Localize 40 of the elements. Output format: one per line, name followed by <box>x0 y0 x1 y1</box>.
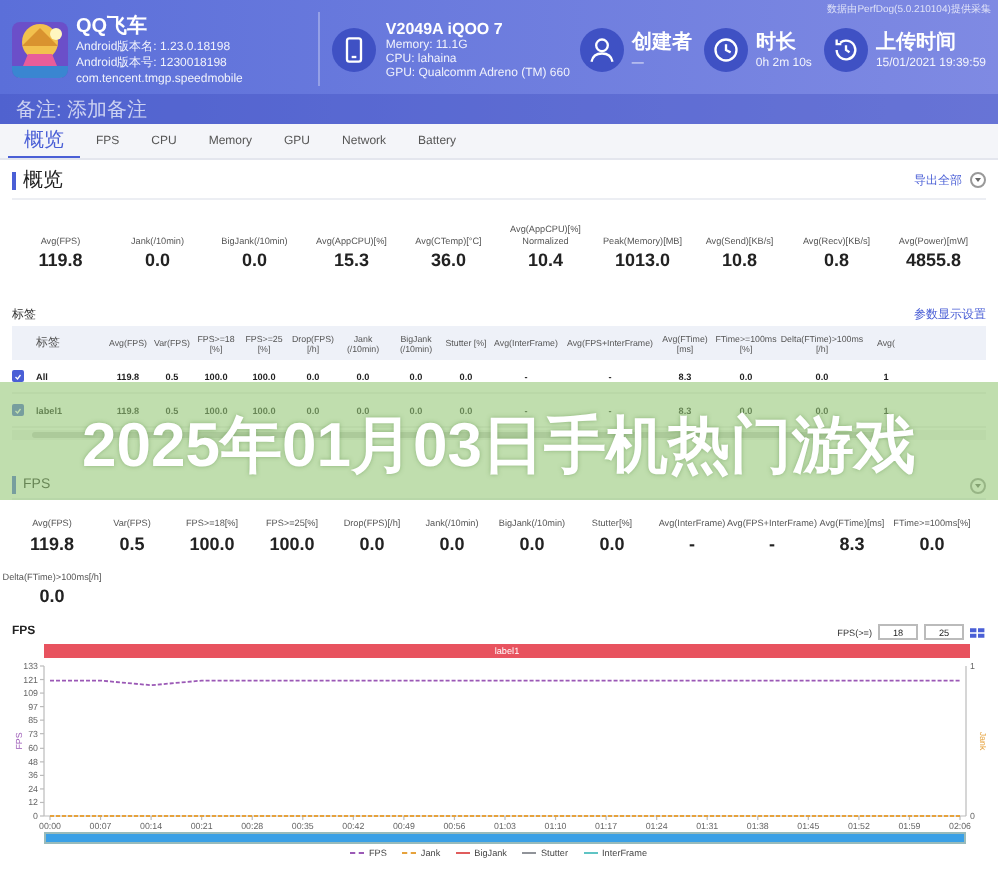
row-checkbox[interactable] <box>12 404 24 416</box>
stat-value: 0.5 <box>119 533 145 553</box>
stat-value: 15.3 <box>333 250 370 270</box>
app-name: QQ飞车 <box>76 12 150 40</box>
row-checkbox[interactable] <box>12 370 24 382</box>
stat-value: 0.0 <box>359 533 385 553</box>
info-label: 创建者 <box>631 29 692 56</box>
phone-icon <box>331 27 376 71</box>
history-icon <box>823 27 868 71</box>
collapse-icon[interactable] <box>970 172 986 188</box>
stat-value: 0.0 <box>919 533 945 553</box>
stat-value: 119.8 <box>38 250 83 270</box>
stat-value: 100.0 <box>189 533 235 553</box>
stat-value: 10.8 <box>721 250 758 270</box>
stat-value: 10.4 <box>527 250 564 270</box>
stat-value: - <box>769 533 775 553</box>
banner-title: 2025年01月03日手机热门游戏 <box>82 414 916 476</box>
section-title: 概览 <box>23 167 63 194</box>
stat-value: 0.0 <box>439 533 465 553</box>
tab[interactable]: 概览 <box>8 124 80 158</box>
stat-value: 0.0 <box>241 250 267 270</box>
stat-value: 119.8 <box>29 533 75 553</box>
stat-value: 4855.8 <box>905 250 962 270</box>
info-label: 上传时间 <box>875 29 958 56</box>
info-label: 时长 <box>755 29 798 56</box>
stat-value: 1013.0 <box>614 250 671 270</box>
stat-value: 0.0 <box>144 250 170 270</box>
stat-value: 36.0 <box>430 250 467 270</box>
person-icon <box>579 27 624 71</box>
clock-icon <box>703 27 748 71</box>
stat-value: 100.0 <box>269 533 315 553</box>
stat-value: 0.0 <box>39 586 65 606</box>
stat-value: - <box>689 533 695 553</box>
stat-value: 0.0 <box>599 533 625 553</box>
stat-value: 0.8 <box>823 250 849 270</box>
device-model: V2049A iQOO 7 <box>385 19 505 37</box>
stat-value: 8.3 <box>839 533 865 553</box>
zoom-slider[interactable] <box>44 832 966 844</box>
grid-icon[interactable] <box>970 627 986 637</box>
stat-value: 0.0 <box>519 533 545 553</box>
